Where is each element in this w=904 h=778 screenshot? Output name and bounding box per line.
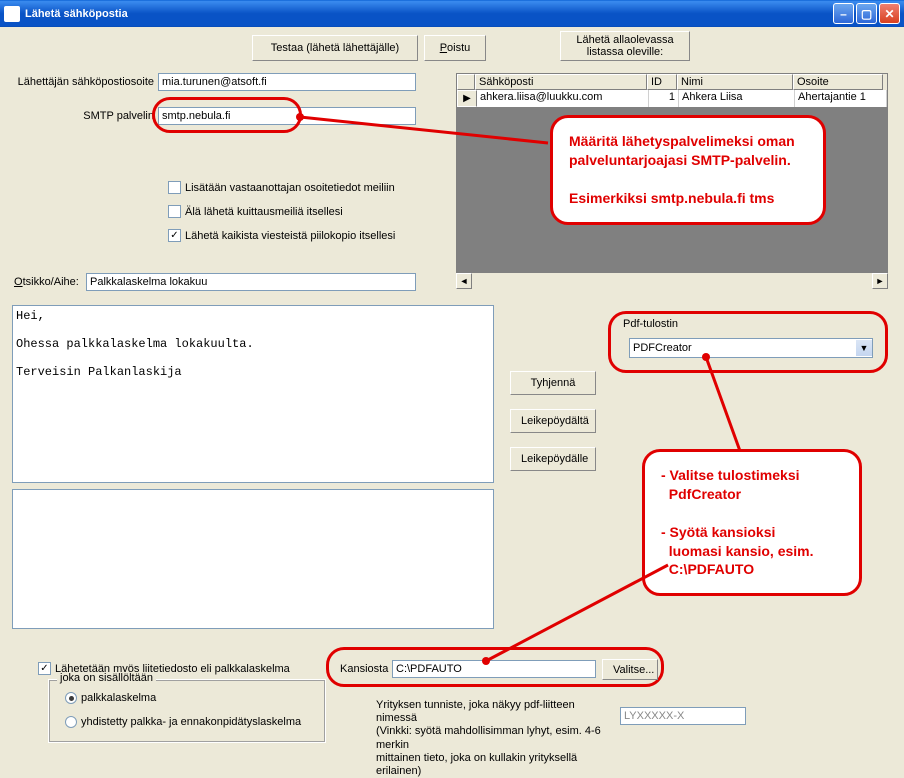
clear-button[interactable]: Tyhjennä — [510, 371, 596, 395]
cell-addr[interactable]: Ahertajantie 1 — [795, 90, 887, 107]
to-clipboard-button[interactable]: Leikepöydälle — [510, 447, 596, 471]
row-pointer-icon: ▶ — [457, 90, 477, 107]
grid-header-email[interactable]: Sähköposti — [475, 74, 647, 90]
subject-label: Otsikko/Aihe: — [14, 276, 79, 288]
folder-label: Kansiosta — [340, 663, 388, 675]
from-clipboard-button[interactable]: Leikepöydältä — [510, 409, 596, 433]
table-row[interactable]: ▶ ahkera.liisa@luukku.com 1 Ahkera Liisa… — [457, 90, 887, 107]
smtp-label: SMTP palvelin — [14, 110, 154, 122]
add-addr-label: Lisätään vastaanottajan osoitetiedot mei… — [185, 182, 395, 194]
callout-pdfcreator: - Valitse tulostimeksi PdfCreator- Syötä… — [642, 449, 862, 596]
chevron-down-icon[interactable]: ▼ — [856, 340, 872, 356]
scroll-left-button[interactable]: ◄ — [456, 273, 472, 289]
pdf-printer-value: PDFCreator — [630, 341, 856, 355]
secondary-textarea[interactable] — [12, 489, 494, 629]
grid-header-selector — [457, 74, 475, 90]
content-radio-combined-label: yhdistetty palkka- ja ennakonpidätyslask… — [81, 716, 301, 728]
pdf-group-label: Pdf-tulostin — [623, 318, 678, 330]
cell-email[interactable]: ahkera.liisa@luukku.com — [477, 90, 649, 107]
grid-header-addr[interactable]: Osoite — [793, 74, 883, 90]
folder-input[interactable] — [392, 660, 596, 678]
scroll-right-button[interactable]: ► — [872, 273, 888, 289]
no-ack-checkbox[interactable] — [168, 205, 181, 218]
cell-id[interactable]: 1 — [649, 90, 679, 107]
pdf-printer-group: Pdf-tulostin PDFCreator ▼ — [608, 311, 888, 373]
test-send-button[interactable]: Testaa (lähetä lähettäjälle) — [252, 35, 418, 61]
title-bar: Lähetä sähköpostia – ▢ ✕ — [0, 0, 904, 27]
sender-input[interactable] — [158, 73, 416, 91]
content-radio-combined[interactable] — [65, 716, 77, 728]
company-id-input[interactable] — [620, 707, 746, 725]
pdf-printer-combo[interactable]: PDFCreator ▼ — [629, 338, 873, 358]
smtp-highlight — [152, 97, 302, 133]
scrollbar-track[interactable] — [472, 273, 872, 289]
company-id-hint: Yrityksen tunniste, joka näkyy pdf-liitt… — [376, 699, 616, 778]
send-list-button[interactable]: Lähetä allaolevassalistassa oleville: — [560, 31, 690, 61]
minimize-button[interactable]: – — [833, 3, 854, 24]
sender-label: Lähettäjän sähköpostiosoite — [14, 76, 154, 88]
attach-checkbox[interactable]: ✓ — [38, 662, 51, 675]
maximize-button[interactable]: ▢ — [856, 3, 877, 24]
bcc-checkbox[interactable]: ✓ — [168, 229, 181, 242]
no-ack-label: Älä lähetä kuittausmeiliä itsellesi — [185, 206, 343, 218]
grid-header-id[interactable]: ID — [647, 74, 677, 90]
add-addr-checkbox[interactable] — [168, 181, 181, 194]
content-group-title: joka on sisällöltään — [57, 672, 156, 684]
exit-button[interactable]: Poistu — [424, 35, 486, 61]
callout-smtp: Määritä lähetyspalvelimeksi oman palvelu… — [550, 115, 826, 225]
subject-input[interactable] — [86, 273, 416, 291]
app-icon — [4, 6, 20, 22]
content-radio-payslip[interactable] — [65, 692, 77, 704]
cell-name[interactable]: Ahkera Liisa — [679, 90, 795, 107]
browse-button[interactable]: Valitse... — [602, 659, 658, 680]
close-button[interactable]: ✕ — [879, 3, 900, 24]
bcc-label: Lähetä kaikista viesteistä piilokopio it… — [185, 230, 395, 242]
content-groupbox: joka on sisällöltään palkkalaskelma yhdi… — [48, 679, 326, 743]
window-title: Lähetä sähköpostia — [25, 8, 833, 20]
grid-header-name[interactable]: Nimi — [677, 74, 793, 90]
content-radio-payslip-label: palkkalaskelma — [81, 692, 156, 704]
body-textarea[interactable] — [12, 305, 494, 483]
